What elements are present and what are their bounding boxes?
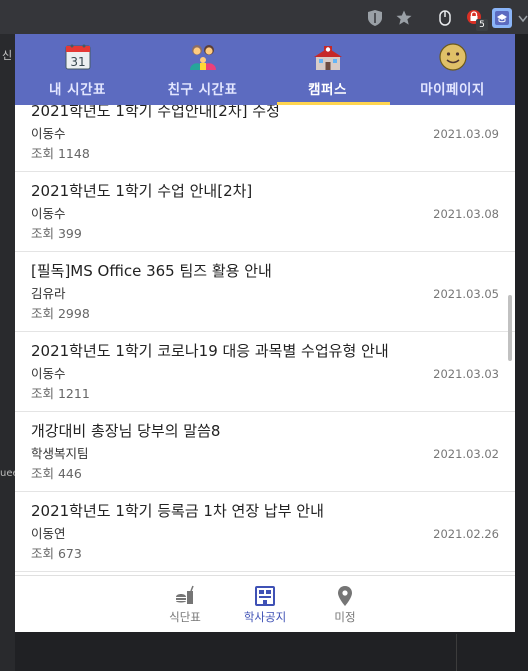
tab-academic-notice[interactable]: 학사공지	[235, 576, 295, 632]
bottom-navigation: 식단표 학사공지 미정	[15, 575, 515, 632]
calendar-icon: 31	[65, 44, 90, 70]
notice-views: 조회 1148	[31, 146, 90, 161]
mouse-extension-icon[interactable]	[436, 9, 454, 27]
notice-date: 2021.03.02	[433, 447, 499, 461]
notice-author: 학생복지팀	[31, 446, 89, 461]
chevron-down-icon[interactable]	[518, 9, 528, 27]
notice-author: 이동연	[31, 526, 66, 541]
notice-title: 2021학년도 1학기 등록금 1차 연장 납부 안내	[31, 502, 324, 520]
bottom-tab-label: 식단표	[169, 610, 201, 624]
tab-friend-timetable[interactable]: 친구 시간표	[140, 34, 265, 105]
tab-my-timetable[interactable]: 31 내 시간표	[15, 34, 140, 105]
notice-date: 2021.03.09	[433, 127, 499, 141]
notice-author: 이동수	[31, 126, 66, 141]
tab-meal-menu[interactable]: 식단표	[155, 576, 215, 632]
tab-label: 마이페이지	[420, 82, 485, 98]
notice-date: 2021.02.26	[433, 527, 499, 541]
location-pin-icon	[338, 586, 352, 606]
notice-date: 2021.03.05	[433, 287, 499, 301]
school-extension-icon[interactable]	[492, 8, 512, 28]
notice-author: 이동수	[31, 206, 66, 221]
tab-label: 내 시간표	[49, 82, 106, 98]
school-icon	[313, 46, 342, 70]
tab-label: 친구 시간표	[167, 82, 238, 98]
scrollbar-thumb[interactable]	[508, 295, 512, 361]
notice-list[interactable]: 2021학년도 1학기 수업안내[2차] 수정 이동수 조회 1148 2021…	[15, 105, 515, 575]
notice-title: 개강대비 총장님 당부의 말씀8	[31, 422, 221, 440]
family-icon	[189, 45, 216, 70]
extension-badge: 5	[476, 19, 488, 31]
bottom-tab-label: 학사공지	[243, 610, 287, 624]
notice-title: [필독]MS Office 365 팀즈 활용 안내	[31, 262, 272, 280]
notice-views: 조회 446	[31, 466, 82, 481]
background-divider	[456, 634, 457, 671]
notice-author: 이동수	[31, 366, 66, 381]
notice-author: 김유라	[31, 286, 66, 301]
notice-views: 조회 1211	[31, 386, 90, 401]
shield-extension-icon[interactable]	[366, 9, 384, 27]
smiley-icon	[438, 43, 467, 71]
tab-campus[interactable]: 캠퍼스	[265, 34, 390, 105]
tab-label: 캠퍼스	[308, 82, 347, 98]
list-item[interactable]: 2021학년도 1학기 수업 안내[2차] 이동수 조회 399 2021.03…	[15, 172, 515, 252]
notice-date: 2021.03.03	[433, 367, 499, 381]
bottom-tab-label: 미정	[334, 610, 356, 624]
list-item[interactable]: 2021학년도 1학기 등록금 1차 연장 납부 안내 이동연 조회 673 2…	[15, 492, 515, 572]
meal-icon	[176, 585, 194, 604]
tab-undecided[interactable]: 미정	[315, 576, 375, 632]
notice-views: 조회 399	[31, 226, 82, 241]
notice-title: 2021학년도 1학기 수업안내[2차] 수정	[31, 105, 280, 120]
tab-my-page[interactable]: 마이페이지	[390, 34, 515, 105]
list-item[interactable]: 개강대비 총장님 당부의 말씀8 학생복지팀 조회 446 2021.03.02	[15, 412, 515, 492]
bookmark-star-icon[interactable]	[395, 9, 413, 27]
background-page: 신 uee	[0, 34, 19, 671]
browser-toolbar: 5	[0, 0, 528, 34]
list-item[interactable]: 2021학년도 1학기 코로나19 대응 과목별 수업유형 안내 이동수 조회 …	[15, 332, 515, 412]
notice-title: 2021학년도 1학기 수업 안내[2차]	[31, 182, 253, 200]
notice-views: 조회 2998	[31, 306, 90, 321]
notice-title: 2021학년도 1학기 코로나19 대응 과목별 수업유형 안내	[31, 342, 389, 360]
notice-building-icon	[255, 586, 275, 606]
notice-views: 조회 673	[31, 546, 82, 561]
calendar-day: 31	[70, 55, 85, 69]
extension-popup: 31 내 시간표 친구 시간표 캠퍼스 마이페이지 2021학년도 1학기 수업…	[15, 34, 515, 632]
list-item[interactable]: [필독]MS Office 365 팀즈 활용 안내 김유라 조회 2998 2…	[15, 252, 515, 332]
list-item[interactable]: 2021학년도 1학기 수업안내[2차] 수정 이동수 조회 1148 2021…	[15, 105, 515, 172]
top-navigation: 31 내 시간표 친구 시간표 캠퍼스 마이페이지	[15, 34, 515, 105]
background-text: 신	[2, 49, 13, 62]
notice-date: 2021.03.08	[433, 207, 499, 221]
